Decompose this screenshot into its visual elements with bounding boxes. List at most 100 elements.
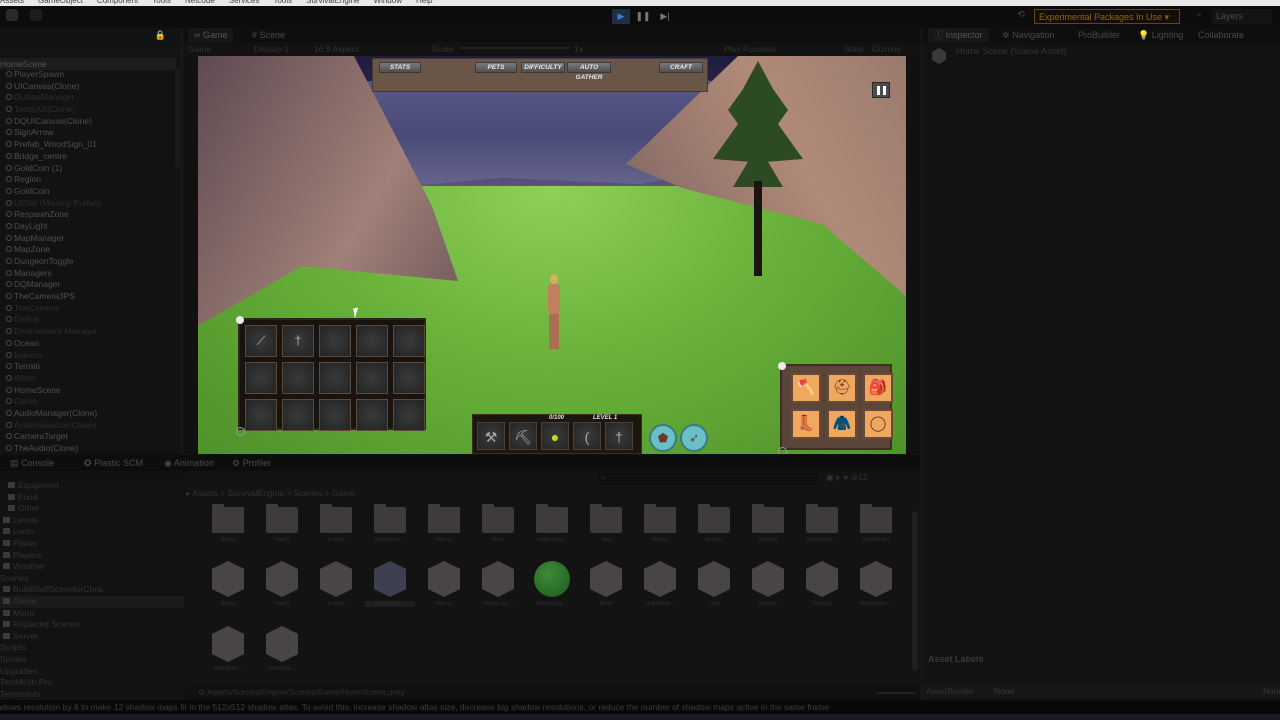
project-folder-item[interactable]: Server <box>0 631 184 643</box>
tab-navigation[interactable]: ✲ Navigation <box>996 28 1061 42</box>
search-icon[interactable]: ⌕ <box>1190 9 1208 24</box>
inventory-slot[interactable] <box>393 362 425 394</box>
account-icon[interactable] <box>6 9 18 21</box>
scene-asset[interactable]: World1 <box>743 561 793 607</box>
equipment-slot-boots[interactable]: 👢 <box>791 409 821 439</box>
hierarchy-item[interactable]: UISlot (Missing Prefab) <box>0 198 176 210</box>
project-folder-item[interactable]: Scripts <box>0 642 184 654</box>
pets-button[interactable]: PETS <box>475 62 517 73</box>
tab-lighting[interactable]: 💡 Lighting <box>1132 28 1189 42</box>
stats-button[interactable]: STATS <box>379 62 421 73</box>
menu-item-help[interactable]: Help <box>416 0 432 5</box>
hotbar-slot-pickaxe[interactable]: ⛏ <box>509 422 537 450</box>
hierarchy-item[interactable]: Environment Manager <box>0 326 176 338</box>
asset-labels-header[interactable]: Asset Labels <box>928 654 984 664</box>
scene-asset[interactable]: House <box>419 561 469 607</box>
hierarchy-item[interactable]: Ocean <box>0 338 176 350</box>
project-scrollbar[interactable] <box>912 511 918 671</box>
project-folder-item[interactable]: Weather <box>0 561 184 573</box>
experimental-packages-dropdown[interactable]: Experimental Packages In Use ▾ <box>1034 9 1180 24</box>
hotbar-slot-hammer[interactable]: ⚒ <box>477 422 505 450</box>
craft-button[interactable]: CRAFT <box>659 62 703 73</box>
menu-item-component[interactable]: Component <box>97 0 138 5</box>
game-viewport[interactable]: STATS PETS DIFFICULTY AUTO GATHER CRAFT … <box>198 56 906 454</box>
folder-asset[interactable]: NightWav... <box>527 504 577 543</box>
tab-animation[interactable]: ◉ Animation <box>158 456 220 470</box>
project-folder-item[interactable]: Players <box>0 550 184 562</box>
inventory-slot[interactable] <box>356 362 388 394</box>
folder-asset[interactable]: World3Ba... <box>797 504 847 543</box>
hierarchy-item[interactable]: Indoors <box>0 350 176 362</box>
hierarchy-item[interactable]: TooltipUI(Clone) <box>0 104 176 116</box>
difficulty-button[interactable]: DIFFICULTY <box>521 62 565 73</box>
hierarchy-item[interactable]: DQUICanvas(Clone) <box>0 116 176 128</box>
menu-item-survivalengine[interactable]: SurvivalEngine <box>306 0 359 5</box>
hierarchy-item[interactable]: HomeScene <box>0 385 176 397</box>
folder-asset[interactable]: Mine <box>473 504 523 543</box>
inventory-slot[interactable] <box>245 399 277 431</box>
project-folder-item[interactable]: Levels <box>0 515 184 527</box>
project-folder-item[interactable]: Game <box>0 595 184 608</box>
hierarchy-item[interactable]: TheCamera3PS <box>0 291 176 303</box>
scene-asset[interactable]: Forest <box>311 561 361 607</box>
folder-asset[interactable]: World <box>635 504 685 543</box>
hierarchy-item[interactable]: PlayerSpawn <box>0 69 176 81</box>
project-folder-item[interactable]: Food <box>0 492 184 504</box>
inventory-slot[interactable] <box>319 362 351 394</box>
pause-game-button[interactable] <box>872 82 890 98</box>
project-folder-item[interactable]: Menu <box>0 608 184 620</box>
folder-asset[interactable]: WorldGen <box>851 504 901 543</box>
hotbar-slot-fruit[interactable]: ● <box>541 422 569 450</box>
inventory-slot[interactable] <box>356 325 388 357</box>
menu-item-services[interactable]: Services <box>229 0 260 5</box>
scene-asset[interactable]: HomeSce... <box>365 561 415 607</box>
material-asset[interactable]: MediaSce... <box>527 561 577 607</box>
project-folder-item[interactable]: Upgrades <box>0 666 184 678</box>
equipment-slot-ring[interactable]: ◯ <box>863 409 893 439</box>
icon-size-slider[interactable] <box>876 692 916 694</box>
drag-handle-icon[interactable] <box>778 362 786 370</box>
scene-asset[interactable]: Media Sc... <box>473 561 523 607</box>
hierarchy-item[interactable]: RespawnZone <box>0 209 176 221</box>
menu-item-tools[interactable]: Tools <box>273 0 292 5</box>
equipment-slot-axe[interactable]: 🪓 <box>791 373 821 403</box>
tab-scene[interactable]: # Scene <box>246 28 291 42</box>
project-folder-item[interactable]: Equipment <box>0 480 184 492</box>
hotbar-slot-bow[interactable]: ( <box>573 422 601 450</box>
pause-button[interactable]: ❚❚ <box>634 9 652 24</box>
hierarchy-item[interactable]: SignArrow <box>0 127 176 139</box>
menu-item-tools[interactable]: Tools <box>152 0 171 5</box>
inventory-slot[interactable] <box>356 399 388 431</box>
menu-item-gameobject[interactable]: GameObject <box>38 0 83 5</box>
scene-asset[interactable]: World2 <box>797 561 847 607</box>
menu-item-window[interactable]: Window <box>374 0 402 5</box>
folder-asset[interactable]: House <box>419 504 469 543</box>
hierarchy-search[interactable] <box>0 44 182 56</box>
project-folder-item[interactable]: Plants <box>0 538 184 550</box>
cloud-icon[interactable] <box>30 9 42 21</box>
drag-handle-icon[interactable] <box>236 316 244 324</box>
equipment-slot-backpack[interactable]: 🎒 <box>863 373 893 403</box>
menu-item-netcode[interactable]: Netcode <box>185 0 215 5</box>
tab-inspector[interactable]: ⓘ Inspector <box>928 28 989 42</box>
equipment-slot-armor[interactable]: 🧥 <box>827 409 857 439</box>
play-button[interactable]: ▶ <box>612 9 630 24</box>
tab-collaborate[interactable]: Collaborate <box>1192 28 1250 42</box>
status-message[interactable]: Reduced additional punctual light shadow… <box>0 702 829 712</box>
hierarchy-item[interactable]: DungeonToggle <box>0 256 176 268</box>
inventory-slot[interactable] <box>393 399 425 431</box>
feather-button[interactable]: ➶ <box>680 424 708 452</box>
folder-asset[interactable]: World2 <box>743 504 793 543</box>
scene-asset[interactable]: Blank <box>203 561 253 607</box>
hierarchy-item[interactable]: Bridge_centre <box>0 151 176 163</box>
aspect-dropdown[interactable]: 16:9 Aspect <box>314 44 358 54</box>
hierarchy-item[interactable]: GoldCoin <box>0 186 176 198</box>
hierarchy-item[interactable]: Prefab_WoodSign_01 <box>0 139 176 151</box>
hierarchy-item[interactable]: TheCamera <box>0 303 176 315</box>
scene-asset[interactable]: NightWav... <box>635 561 685 607</box>
asset-bundle-variant-dropdown[interactable]: None <box>1263 686 1280 696</box>
folder-asset[interactable]: Forest <box>311 504 361 543</box>
hotbar-slot-sword[interactable]: † <box>605 422 633 450</box>
asset-bundle-dropdown[interactable]: None <box>994 686 1014 696</box>
hierarchy-item[interactable]: DayLight <box>0 221 176 233</box>
